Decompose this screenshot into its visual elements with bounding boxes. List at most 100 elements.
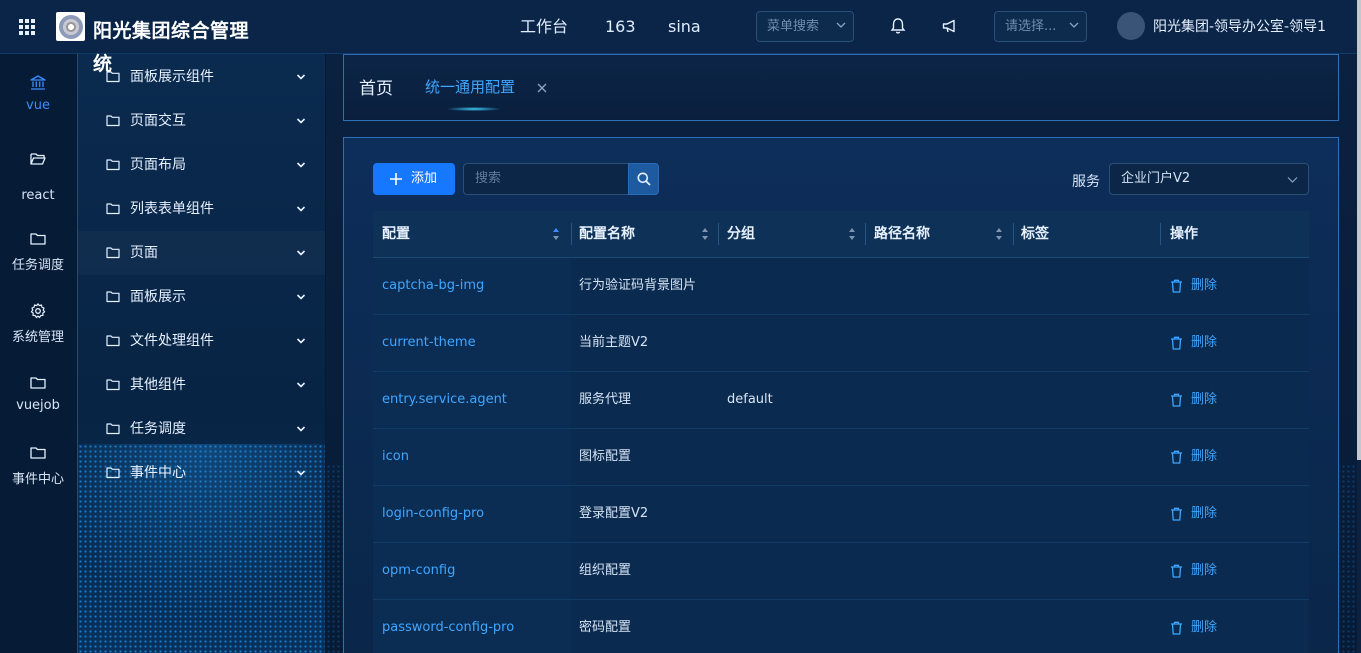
column-divider (865, 223, 866, 245)
service-select[interactable]: 企业门户V2 (1109, 163, 1309, 195)
apps-grid-icon[interactable] (19, 19, 35, 35)
chevron-down-icon (296, 118, 306, 124)
column-divider (718, 223, 719, 245)
table-header: 配置 配置名称 分组 路径名称 标签 操作 (373, 211, 1309, 258)
table-row: opm-config 组织配置 删除 (373, 543, 1309, 600)
folder-icon (106, 203, 120, 215)
submenu-item[interactable]: 任务调度 (78, 407, 325, 451)
config-name-cell: 行为验证码背景图片 (579, 278, 697, 293)
tab-home[interactable]: 首页 (359, 74, 393, 99)
config-key-link[interactable]: icon (382, 429, 409, 485)
submenu-item[interactable]: 文件处理组件 (78, 319, 325, 363)
search-input[interactable]: 搜索 (463, 163, 628, 195)
bell-icon[interactable] (889, 17, 907, 35)
rail-item-event-center[interactable]: 事件中心 (0, 444, 76, 487)
config-key-link[interactable]: login-config-pro (382, 486, 484, 542)
submenu-item-label: 页面布局 (130, 157, 186, 173)
column-header-config[interactable]: 配置 (382, 211, 410, 258)
submenu-item[interactable]: 页面交互 (78, 99, 325, 143)
submenu-item[interactable]: 列表表单组件 (78, 187, 325, 231)
sort-icon[interactable] (552, 227, 560, 241)
rail-label: vue (26, 98, 50, 113)
chevron-down-icon (1287, 177, 1298, 183)
config-key-link[interactable]: entry.service.agent (382, 372, 507, 428)
add-button[interactable]: 添加 (373, 163, 455, 195)
rail-label: vuejob (16, 398, 60, 413)
page-scrollbar-thumb[interactable] (1357, 0, 1361, 460)
table-row: icon 图标配置 删除 (373, 429, 1309, 486)
chevron-down-icon (296, 470, 306, 476)
chevron-down-icon (836, 22, 846, 28)
user-avatar[interactable] (1117, 12, 1145, 40)
column-header-group[interactable]: 分组 (727, 211, 755, 258)
rail-label: 系统管理 (11, 330, 64, 345)
folder-icon (30, 233, 46, 245)
nav-163[interactable]: 163 (605, 0, 636, 54)
plus-icon (390, 173, 402, 185)
config-key-link[interactable]: captcha-bg-img (382, 258, 484, 314)
delete-label: 删除 (1191, 335, 1218, 350)
config-name-cell: 当前主题V2 (579, 335, 649, 350)
folder-icon (106, 291, 120, 303)
folder-icon (106, 379, 120, 391)
chevron-down-icon (296, 426, 306, 432)
search-button[interactable] (628, 163, 659, 195)
delete-label: 删除 (1191, 620, 1218, 635)
rail-item-vuejob[interactable]: vuejob (0, 374, 76, 413)
trash-icon (1171, 336, 1182, 350)
chevron-down-icon (296, 162, 306, 168)
submenu-item-label: 面板展示组件 (130, 69, 214, 85)
sort-icon[interactable] (848, 227, 856, 241)
tab-unified-config[interactable]: 统一通用配置 (425, 76, 515, 97)
submenu-item[interactable]: 面板展示 (78, 275, 325, 319)
trash-icon (1171, 393, 1182, 407)
submenu-item[interactable]: 页面布局 (78, 143, 325, 187)
menu-search-placeholder: 菜单搜索 (767, 19, 820, 34)
rail-item-react[interactable]: react (0, 150, 76, 203)
column-divider (1160, 223, 1161, 245)
active-tab-indicator (448, 107, 500, 111)
close-icon[interactable] (537, 83, 547, 93)
user-name[interactable]: 阳光集团-领导办公室-领导1 (1153, 0, 1326, 54)
chevron-down-icon (296, 250, 306, 256)
search-icon (637, 172, 651, 186)
nav-sina[interactable]: sina (668, 0, 701, 54)
nav-workbench[interactable]: 工作台 (520, 0, 568, 54)
megaphone-icon[interactable] (941, 17, 959, 35)
column-header-config-name[interactable]: 配置名称 (579, 211, 635, 258)
column-divider (571, 223, 572, 245)
config-key-link[interactable]: password-config-pro (382, 600, 514, 653)
submenu-item-label: 其他组件 (130, 377, 186, 393)
rail-item-system-management[interactable]: 系统管理 (0, 302, 76, 345)
service-select-value: 企业门户V2 (1121, 171, 1191, 186)
table-row: entry.service.agent 服务代理 default 删除 (373, 372, 1309, 429)
secondary-menu: 面板展示组件页面交互页面布局列表表单组件页面面板展示文件处理组件其他组件任务调度… (77, 54, 325, 653)
chevron-down-icon (1069, 22, 1079, 28)
config-key-link[interactable]: current-theme (382, 315, 476, 371)
folder-icon (30, 377, 46, 389)
trash-icon (1171, 621, 1182, 635)
config-name-cell: 登录配置V2 (579, 506, 649, 521)
folder-icon (106, 335, 120, 347)
rail-item-vue[interactable]: vue (0, 74, 76, 113)
sort-icon[interactable] (701, 227, 709, 241)
submenu-item[interactable]: 面板展示组件 (78, 55, 325, 99)
sort-icon[interactable] (995, 227, 1003, 241)
folder-icon (106, 247, 120, 259)
submenu-item[interactable]: 页面 (78, 231, 325, 275)
rail-label: 事件中心 (11, 472, 64, 487)
submenu-item-label: 页面 (130, 245, 158, 261)
submenu-item[interactable]: 事件中心 (78, 451, 325, 495)
column-header-path-name[interactable]: 路径名称 (874, 211, 930, 258)
icon-rail: vue react 任务调度 系统管理 vuejob 事件中心 (0, 54, 76, 653)
config-key-link[interactable]: opm-config (382, 543, 455, 599)
submenu-item[interactable]: 其他组件 (78, 363, 325, 407)
submenu-item-label: 面板展示 (130, 289, 186, 305)
folder-open-icon (30, 153, 46, 165)
org-select[interactable]: 请选择... (994, 11, 1087, 42)
rail-label: 任务调度 (11, 258, 64, 273)
table-row: login-config-pro 登录配置V2 删除 (373, 486, 1309, 543)
menu-search-select[interactable]: 菜单搜索 (756, 11, 854, 42)
rail-item-task-scheduling[interactable]: 任务调度 (0, 230, 76, 273)
delete-label: 删除 (1191, 278, 1218, 293)
